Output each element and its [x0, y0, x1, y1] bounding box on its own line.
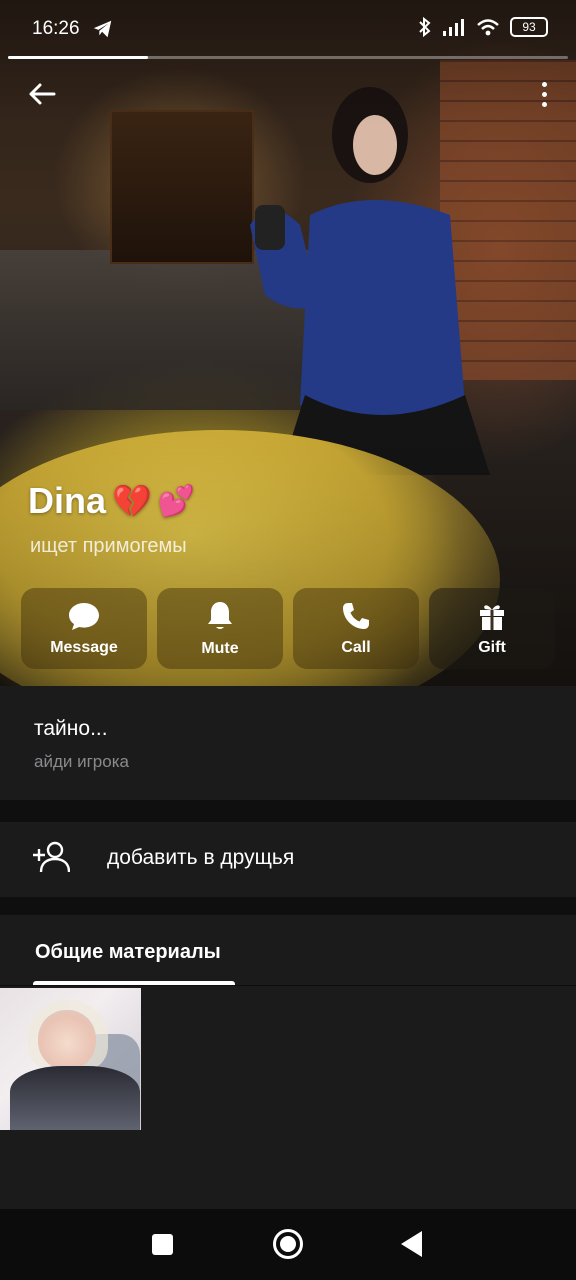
username-value: тайно... — [34, 717, 108, 740]
thumbnail-photo-detail — [38, 1010, 96, 1070]
recents-icon[interactable] — [152, 1234, 173, 1255]
phone-icon — [343, 602, 369, 629]
wifi-icon — [477, 19, 499, 36]
home-icon[interactable] — [273, 1229, 303, 1259]
profile-name-text: Dina — [28, 480, 107, 521]
battery-icon: 93 — [510, 17, 548, 37]
call-label: Call — [341, 638, 371, 656]
more-dot-icon — [541, 91, 547, 97]
mute-label: Mute — [201, 639, 239, 657]
shared-media-section: Общие материалы — [0, 915, 576, 1209]
more-dot-icon — [541, 81, 547, 87]
gift-button[interactable]: Gift — [429, 588, 555, 669]
message-button[interactable]: Message — [21, 588, 147, 669]
section-gap — [0, 800, 576, 822]
back-button[interactable] — [24, 76, 60, 112]
arrow-left-icon — [29, 83, 56, 105]
bell-icon — [208, 601, 232, 629]
section-gap — [0, 897, 576, 915]
story-progress-fill — [8, 56, 148, 59]
message-icon — [69, 602, 99, 630]
tab-shared-media[interactable]: Общие материалы — [35, 941, 221, 964]
username-row[interactable]: тайно... айди игрока — [0, 686, 576, 800]
add-friend-label: добавить в друщья — [107, 846, 295, 869]
story-progress — [8, 56, 568, 59]
status-bar: 16:26 93 — [0, 0, 576, 58]
gift-label: Gift — [478, 638, 506, 656]
profile-name: Dina 💔 💕 — [28, 480, 195, 522]
mute-button[interactable]: Mute — [157, 588, 283, 669]
gift-icon — [480, 604, 504, 630]
call-button[interactable]: Call — [293, 588, 419, 669]
two-hearts-emoji: 💕 — [157, 484, 196, 518]
more-dot-icon — [541, 101, 547, 107]
profile-bio: ищет примогемы — [30, 535, 187, 557]
signal-icon — [443, 19, 464, 36]
bluetooth-icon — [419, 16, 431, 38]
system-nav-bar — [0, 1209, 576, 1280]
profile-cover: 16:26 93 Dina 💔 💕 ищет примогемы Message… — [0, 0, 576, 686]
more-options-button[interactable] — [532, 76, 556, 112]
battery-level: 93 — [522, 20, 536, 34]
status-icons: 93 — [418, 16, 548, 38]
telegram-icon — [93, 20, 112, 38]
username-caption: айди игрока — [34, 752, 129, 771]
media-thumbnail[interactable] — [0, 988, 141, 1130]
add-friend-row[interactable]: добавить в друщья — [0, 822, 576, 897]
back-triangle-icon[interactable] — [401, 1231, 422, 1257]
status-time: 16:26 — [32, 18, 80, 39]
action-bar: Message Mute Call Gift — [21, 588, 555, 669]
add-user-icon — [33, 841, 70, 873]
tab-divider — [0, 985, 576, 986]
message-label: Message — [50, 638, 118, 656]
broken-heart-emoji: 💔 — [112, 483, 152, 519]
thumbnail-photo-detail — [10, 1066, 140, 1130]
cover-shade — [0, 0, 576, 686]
